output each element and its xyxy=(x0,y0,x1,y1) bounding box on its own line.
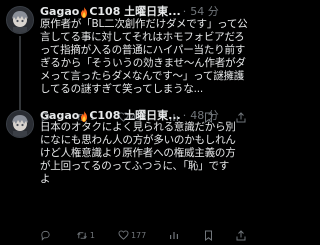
post-text-line: けど人権意識より原作者への権威主義の方 xyxy=(40,147,236,159)
fire-emoji-icon xyxy=(81,6,88,18)
avatar-image xyxy=(7,111,33,137)
display-name[interactable]: Gagao xyxy=(40,5,79,19)
bookmark-icon xyxy=(205,230,213,241)
post-time[interactable]: 54 分 xyxy=(190,5,219,19)
repost-count: 1 xyxy=(89,230,96,240)
post-text-line: ぎるから「そういうの効きませ〜ん作者がダ xyxy=(40,57,246,69)
post-text-line: 日本のオタクによく見られる意識だから別 xyxy=(40,121,236,133)
views-button[interactable] xyxy=(169,230,181,240)
avatar[interactable] xyxy=(6,110,34,138)
post-text-line: 原作者が「BL二次創作だけダメです」って公 xyxy=(40,18,247,30)
post[interactable]: Gagao C108 土曜日東... · 48 分 日本のオタクによく見られる意… xyxy=(0,104,250,245)
post-text-line: メって言ったらダメなんです〜」って謎擁護 xyxy=(40,70,245,82)
post-text[interactable]: 日本のオタクによく見られる意識だから別 になにも思わん人の方が多いのかもしれん … xyxy=(40,121,247,186)
reply-button[interactable] xyxy=(40,230,53,241)
heart-icon xyxy=(118,230,129,240)
post-text-line: が上回ってるのってふつうに、「恥」です xyxy=(40,160,230,172)
thread-connector-line xyxy=(19,36,21,110)
post-text-line: 言してる事に対してそれはホモフォビアだろ xyxy=(40,31,245,43)
share-button[interactable] xyxy=(236,229,246,241)
repost-button[interactable]: 1 xyxy=(76,230,95,241)
post-text-line: よ xyxy=(40,173,51,185)
share-icon xyxy=(236,229,246,240)
avatar-image xyxy=(7,7,33,33)
post-text-line: になにも思わん人の方が多いのかもしれん xyxy=(40,134,236,146)
separator-dot: · xyxy=(182,5,187,18)
post-text-line: って指摘が入るの普通にハイパー当たり前す xyxy=(40,44,246,56)
fire-emoji-icon xyxy=(81,110,88,122)
like-button[interactable]: 177 xyxy=(118,230,146,240)
avatar[interactable] xyxy=(6,6,34,34)
post-header: Gagao C108 土曜日東... · 54 分 xyxy=(40,5,246,19)
post-text-line: してるの謎すぎて笑ってしまうな... xyxy=(40,83,204,95)
views-bar-chart-icon xyxy=(170,232,179,239)
post-text[interactable]: 原作者が「BL二次創作だけダメです」って公 言してる事に対してそれはホモフォビア… xyxy=(40,18,247,96)
handle-text[interactable]: C108 土曜日東... xyxy=(89,5,180,19)
like-count: 177 xyxy=(130,230,147,240)
repost-icon xyxy=(77,231,87,239)
action-bar: 1 177 xyxy=(40,228,246,242)
timeline-feed: Gagao C108 土曜日東... · 54 分 原作者が「BL二次創作だけダ… xyxy=(0,0,250,245)
reply-icon xyxy=(41,230,50,241)
bookmark-button[interactable] xyxy=(204,230,213,241)
